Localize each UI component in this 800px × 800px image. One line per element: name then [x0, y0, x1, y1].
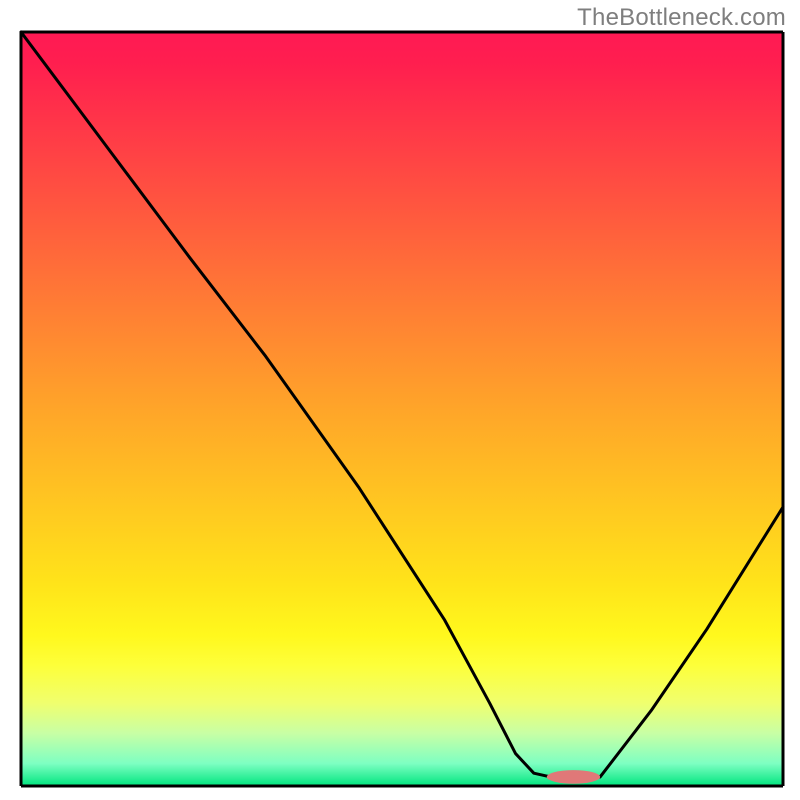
plot-background — [21, 32, 783, 786]
watermark-text: TheBottleneck.com — [577, 4, 786, 32]
bottleneck-chart — [0, 0, 800, 800]
optimal-marker — [547, 770, 600, 784]
chart-container: TheBottleneck.com — [0, 0, 800, 800]
